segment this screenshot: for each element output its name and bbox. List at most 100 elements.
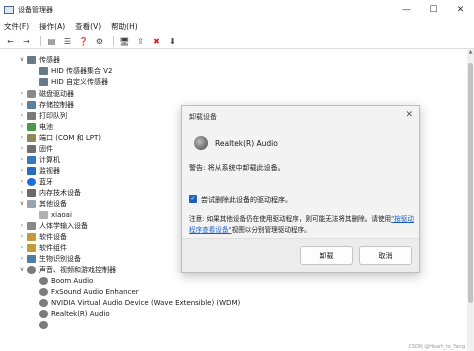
bio-icon — [27, 254, 36, 263]
expand-chevron-icon[interactable]: › — [18, 233, 26, 240]
update-driver-icon[interactable]: ⇪ — [134, 36, 147, 47]
tree-item[interactable]: xiaoai — [30, 209, 72, 220]
tree-item[interactable]: ∨ 其他设备 — [18, 198, 67, 209]
expand-chevron-icon[interactable]: › — [18, 255, 26, 262]
tree-item[interactable]: › 端口 (COM 和 LPT) — [18, 132, 101, 143]
maximize-button[interactable]: ☐ — [420, 0, 447, 19]
dialog-close-icon[interactable]: ✕ — [405, 110, 413, 120]
back-icon[interactable]: ← — [4, 36, 17, 47]
tree-item-label: 存储控制器 — [39, 100, 74, 109]
tree-item-label: Realtek(R) Audio — [51, 309, 110, 318]
tree-item-label: FxSound Audio Enhancer — [51, 287, 139, 296]
note-suffix: 视图以分别管理驱动程序。 — [231, 226, 311, 234]
properties-icon[interactable]: ▤ — [45, 36, 58, 47]
tree-item[interactable]: › 打印队列 — [18, 110, 67, 121]
hid-icon — [27, 221, 36, 230]
tree-item[interactable]: ∨ 传感器 — [18, 54, 60, 65]
tree-item[interactable]: FxSound Audio Enhancer — [30, 286, 139, 297]
scan-hardware-icon[interactable]: 🖥 — [118, 36, 131, 47]
tree-item-label: 软件设备 — [39, 232, 67, 241]
dialog-title: 卸载设备 — [189, 113, 217, 121]
expand-chevron-icon[interactable]: › — [18, 145, 26, 152]
expand-chevron-icon[interactable]: ∨ — [18, 200, 26, 207]
tree-item[interactable]: NVIDIA Virtual Audio Device (Wave Extens… — [30, 297, 240, 308]
scroll-up-icon[interactable]: ▲ — [467, 49, 474, 57]
menu-file[interactable]: 文件(F) — [4, 21, 29, 32]
title-bar: 设备管理器 — ☐ ✕ — [0, 0, 474, 19]
tree-item-label: 生物识别设备 — [39, 254, 81, 263]
delete-driver-checkbox[interactable]: ✓ — [189, 195, 197, 203]
menu-action[interactable]: 操作(A) — [39, 21, 65, 32]
audio-icon — [39, 287, 48, 296]
expand-chevron-icon[interactable]: ∨ — [18, 56, 26, 63]
forward-icon[interactable]: → — [20, 36, 33, 47]
tree-item[interactable]: › 监视器 — [18, 165, 60, 176]
tree-item-label: 声音、视频和游戏控制器 — [39, 265, 116, 274]
tree-item[interactable]: HID 自定义传感器 — [30, 76, 108, 87]
toolbar-divider — [40, 36, 41, 46]
toolbar-divider — [113, 36, 114, 46]
tree-item-label: xiaoai — [51, 210, 72, 219]
delete-driver-label[interactable]: 尝试删除此设备的驱动程序。 — [201, 195, 292, 205]
close-button[interactable]: ✕ — [447, 0, 474, 19]
expand-chevron-icon[interactable]: › — [18, 178, 26, 185]
scroll-thumb[interactable] — [468, 63, 473, 303]
tree-item[interactable]: › 生物识别设备 — [18, 253, 81, 264]
expand-chevron-icon[interactable]: › — [18, 167, 26, 174]
dialog-footer: 卸载 取消 — [182, 238, 419, 272]
cancel-button[interactable]: 取消 — [359, 246, 412, 265]
help-icon[interactable]: ❓ — [77, 36, 90, 47]
tree-item[interactable]: ∨ 声音、视频和游戏控制器 — [18, 264, 116, 275]
expand-chevron-icon[interactable]: › — [18, 156, 26, 163]
audio-icon — [27, 265, 36, 274]
uninstall-button[interactable]: 卸载 — [300, 246, 353, 265]
expand-chevron-icon[interactable]: › — [18, 101, 26, 108]
tree-item[interactable]: Realtek(R) Audio — [30, 308, 110, 319]
vertical-scrollbar[interactable]: ▲ — [467, 49, 474, 351]
settings-icon[interactable]: ⚙ — [93, 36, 106, 47]
expand-chevron-icon[interactable]: › — [18, 112, 26, 119]
uninstall-device-dialog: 卸载设备 ✕ Realtek(R) Audio 警告: 将从系统中卸载此设备。 … — [181, 105, 420, 273]
device-name: Realtek(R) Audio — [215, 139, 278, 148]
tree-item[interactable]: › 人体学输入设备 — [18, 220, 88, 231]
storage-icon — [27, 100, 36, 109]
warning-text: 警告: 将从系统中卸载此设备。 — [189, 164, 285, 172]
expand-chevron-icon[interactable]: › — [18, 123, 26, 130]
list-view-icon[interactable]: ☰ — [61, 36, 74, 47]
tree-item[interactable]: › 内存技术设备 — [18, 187, 81, 198]
expand-chevron-icon[interactable]: › — [18, 222, 26, 229]
memory-icon — [27, 188, 36, 197]
menu-help[interactable]: 帮助(H) — [111, 21, 138, 32]
expand-chevron-icon[interactable]: › — [18, 90, 26, 97]
tree-item[interactable]: › 蓝牙 — [18, 176, 53, 187]
tree-item[interactable]: › 固件 — [18, 143, 53, 154]
expand-chevron-icon[interactable]: ∨ — [18, 266, 26, 273]
tree-item[interactable]: › 计算机 — [18, 154, 60, 165]
tree-item[interactable]: Boom Audio — [30, 275, 93, 286]
tree-item-label: HID 自定义传感器 — [51, 77, 108, 86]
bluetooth-icon — [27, 177, 36, 186]
tree-item[interactable]: › 软件组件 — [18, 242, 67, 253]
menu-view[interactable]: 查看(V) — [75, 21, 101, 32]
tree-item-label: 内存技术设备 — [39, 188, 81, 197]
software-icon — [27, 243, 36, 252]
tree-item[interactable]: HID 传感器集合 V2 — [30, 65, 112, 76]
audio-icon — [39, 309, 48, 318]
tree-item[interactable]: › 电池 — [18, 121, 53, 132]
tree-item-label: NVIDIA Virtual Audio Device (Wave Extens… — [51, 298, 241, 307]
tree-item[interactable]: › 磁盘驱动器 — [18, 88, 74, 99]
expand-chevron-icon[interactable]: › — [18, 244, 26, 251]
tree-item[interactable]: › 软件设备 — [18, 231, 67, 242]
download-icon[interactable]: ⬇ — [166, 36, 179, 47]
tree-item[interactable]: › 存储控制器 — [18, 99, 74, 110]
speaker-icon — [194, 136, 208, 150]
sensor-icon — [27, 55, 36, 64]
port-icon — [27, 133, 36, 142]
expand-chevron-icon[interactable]: › — [18, 189, 26, 196]
expand-chevron-icon[interactable]: › — [18, 134, 26, 141]
print-icon — [27, 111, 36, 120]
tree-item[interactable] — [30, 319, 51, 330]
uninstall-device-icon[interactable]: ✖ — [150, 36, 163, 47]
tree-item-label: 固件 — [39, 144, 53, 153]
minimize-button[interactable]: — — [393, 0, 420, 19]
